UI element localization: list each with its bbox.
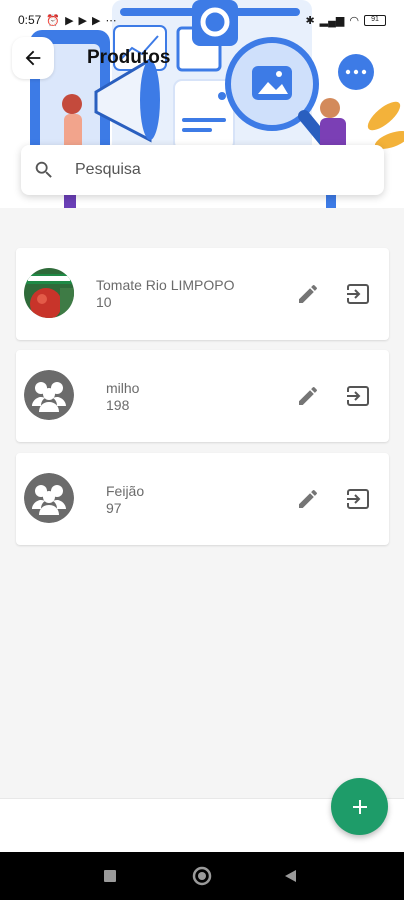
wifi-icon: ◠ [349,14,359,27]
page-title: Produtos [87,47,171,68]
product-name: milho [106,380,140,396]
add-product-button[interactable] [331,778,388,835]
youtube-icon: ▶ [92,14,101,27]
back-nav-button [285,870,296,882]
product-quantity: 198 [106,397,130,413]
product-name: Tomate Rio LIMPOPO [96,277,235,293]
product-quantity: 10 [96,294,112,310]
battery-icon: 91 [364,14,386,26]
exit-icon[interactable] [345,487,371,511]
status-bar: 0:57 ⏰ ▶ ▶ ▶ ⋯ ✱ ▂▄▆ ◠ 91 [0,0,404,40]
list-item[interactable]: Tomate Rio LIMPOPO 10 [16,248,389,340]
group-icon [24,370,74,420]
arrow-left-icon [25,50,41,66]
more-notifications-icon: ⋯ [105,14,117,27]
plus-icon [352,799,367,814]
play-icon: ▶ [65,14,74,27]
exit-icon[interactable] [345,282,371,306]
media-icon: ▶ [78,14,87,27]
product-quantity: 97 [106,500,122,516]
status-time: 0:57 [18,13,42,27]
alarm-icon: ⏰ [46,14,61,27]
exit-icon[interactable] [345,384,371,408]
product-name: Feijão [106,483,145,499]
back-button[interactable] [12,37,54,79]
group-icon [24,473,74,523]
search-icon [35,161,52,178]
recents-button [104,870,116,882]
signal-icon: ▂▄▆ [319,14,345,27]
edit-icon[interactable] [296,487,320,511]
list-item[interactable]: Feijão 97 [16,453,389,545]
edit-icon[interactable] [296,282,320,306]
product-photo [24,268,74,318]
search-bar[interactable] [21,145,384,195]
system-nav-bar [0,852,404,900]
edit-icon[interactable] [296,384,320,408]
bluetooth-icon: ✱ [305,14,315,27]
search-input[interactable] [75,161,335,179]
list-item[interactable]: milho 198 [16,350,389,442]
